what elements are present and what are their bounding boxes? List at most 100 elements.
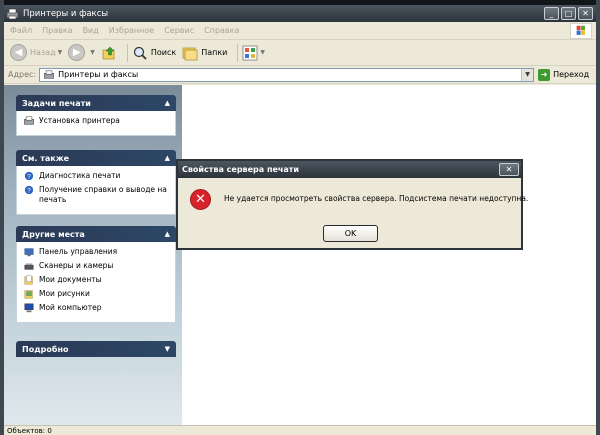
close-button[interactable]: ✕ (578, 7, 593, 20)
chevron-down-icon: ▼ (260, 49, 266, 56)
other-places-header[interactable]: Другие места ▲ (16, 226, 176, 242)
print-tasks-panel: Задачи печати ▲ Установка принтера (16, 95, 176, 136)
toolbar-separator (237, 43, 239, 62)
ok-button[interactable]: OK (323, 225, 378, 242)
details-panel: Подробно ▼ (16, 341, 176, 357)
task-pane: Задачи печати ▲ Установка принтера См. т… (4, 85, 182, 425)
content-area: Задачи печати ▲ Установка принтера См. т… (4, 85, 596, 425)
forward-button[interactable]: ▶ ▼ (68, 42, 95, 64)
search-label: Поиск (150, 48, 177, 57)
collapse-icon: ▲ (164, 99, 170, 107)
menu-view[interactable]: Вид (83, 26, 99, 35)
address-value: Принтеры и факсы (58, 70, 139, 79)
place-control-panel[interactable]: Панель управления (23, 247, 169, 257)
go-arrow-icon: ➜ (538, 68, 551, 81)
status-bar: Объектов: 0 (4, 425, 596, 435)
maximize-button[interactable]: □ (561, 7, 576, 20)
expand-icon: ▼ (164, 345, 170, 353)
folders-label: Папки (201, 48, 228, 57)
see-also-title: См. также (22, 153, 70, 163)
title-bar[interactable]: Принтеры и факсы _ □ ✕ (4, 5, 596, 22)
help-icon: ? (24, 171, 34, 181)
task-print-troubleshoot[interactable]: ? Диагностика печати (23, 171, 169, 181)
forward-arrow-icon: ▶ (68, 44, 86, 61)
see-also-panel: См. также ▲ ? Диагностика печати ? Получ… (16, 150, 176, 215)
printer-folder-icon (6, 8, 19, 19)
scanner-icon (24, 263, 34, 270)
menu-file[interactable]: Файл (10, 26, 32, 35)
svg-text:?: ? (27, 174, 31, 181)
views-button[interactable]: ▼ (242, 42, 265, 64)
task-label: Установка принтера (39, 116, 120, 125)
folders-button[interactable]: Папки (182, 42, 227, 64)
collapse-icon: ▲ (164, 154, 170, 162)
place-my-pictures[interactable]: Мои рисунки (23, 289, 169, 299)
dialog-close-button[interactable]: ✕ (499, 163, 519, 176)
place-my-computer[interactable]: Мой компьютер (23, 303, 169, 313)
place-scanners-cameras[interactable]: Сканеры и камеры (23, 261, 169, 271)
menu-bar: Файл Правка Вид Избранное Сервис Справка (4, 22, 596, 40)
details-title: Подробно (22, 344, 69, 354)
task-add-printer[interactable]: Установка принтера (23, 116, 169, 126)
place-label: Мои рисунки (39, 289, 90, 298)
go-label: Переход (553, 70, 590, 79)
status-objects: Объектов: 0 (7, 427, 52, 435)
back-button[interactable]: ◀ Назад ▼ (10, 42, 62, 64)
print-tasks-body: Установка принтера (16, 111, 176, 136)
chevron-down-icon: ▼ (90, 49, 95, 56)
pictures-folder-icon (24, 290, 33, 299)
menu-edit[interactable]: Правка (42, 26, 72, 35)
folders-icon (182, 47, 198, 60)
print-tasks-title: Задачи печати (22, 98, 91, 108)
add-printer-icon (24, 116, 34, 125)
dialog-title-bar[interactable]: Свойства сервера печати ✕ (178, 161, 521, 178)
menu-help[interactable]: Справка (204, 26, 239, 35)
back-arrow-icon: ◀ (10, 44, 27, 61)
printer-icon (44, 70, 54, 79)
dialog-message: Не удается просмотреть свойства сервера.… (224, 194, 529, 203)
see-also-header[interactable]: См. также ▲ (16, 150, 176, 166)
up-folder-button[interactable] (101, 42, 117, 64)
address-field[interactable]: Принтеры и факсы ▼ (39, 67, 535, 82)
back-label: Назад (30, 48, 56, 57)
address-label: Адрес: (8, 70, 37, 79)
toolbar: ◀ Назад ▼ ▶ ▼ Поиск Папки ▼ (4, 40, 596, 66)
documents-folder-icon (24, 275, 33, 285)
other-places-body: Панель управления Сканеры и камеры Мои д… (16, 242, 176, 323)
menu-favorites[interactable]: Избранное (109, 26, 154, 35)
address-bar: Адрес: Принтеры и факсы ▼ ➜ Переход (4, 66, 596, 84)
dialog-title: Свойства сервера печати (182, 165, 300, 174)
my-computer-icon (24, 303, 34, 313)
place-label: Мои документы (39, 275, 102, 284)
task-print-help[interactable]: ? Получение справки о выводе на печать (23, 185, 169, 205)
search-button[interactable]: Поиск (132, 42, 176, 64)
svg-text:?: ? (27, 188, 31, 195)
go-button[interactable]: ➜ Переход (538, 68, 590, 81)
chevron-down-icon: ▼ (57, 49, 63, 56)
place-my-documents[interactable]: Мои документы (23, 275, 169, 285)
see-also-body: ? Диагностика печати ? Получение справки… (16, 166, 176, 215)
collapse-icon: ▲ (164, 230, 170, 238)
other-places-panel: Другие места ▲ Панель управления Сканеры… (16, 226, 176, 323)
views-icon (243, 45, 258, 60)
help-icon: ? (24, 185, 34, 195)
dialog-body: ✕ Не удается просмотреть свойства сервер… (178, 178, 528, 250)
minimize-button[interactable]: _ (544, 7, 559, 20)
menu-tools[interactable]: Сервис (164, 26, 194, 35)
print-tasks-header[interactable]: Задачи печати ▲ (16, 95, 176, 111)
up-folder-icon (102, 46, 115, 59)
error-dialog: Свойства сервера печати ✕ ✕ Не удается п… (176, 159, 528, 250)
address-dropdown-button[interactable]: ▼ (521, 68, 534, 81)
details-header[interactable]: Подробно ▼ (16, 341, 176, 357)
place-label: Панель управления (39, 247, 118, 256)
task-label: Диагностика печати (39, 171, 121, 180)
toolbar-separator (126, 43, 128, 62)
place-label: Мой компьютер (39, 303, 102, 312)
control-panel-icon (24, 248, 34, 257)
window-title: Принтеры и факсы (23, 8, 109, 19)
place-label: Сканеры и камеры (39, 261, 114, 270)
search-icon (133, 46, 147, 60)
task-label: Получение справки о выводе на печать (39, 185, 167, 204)
other-places-title: Другие места (22, 229, 85, 239)
windows-logo-icon (570, 23, 592, 39)
